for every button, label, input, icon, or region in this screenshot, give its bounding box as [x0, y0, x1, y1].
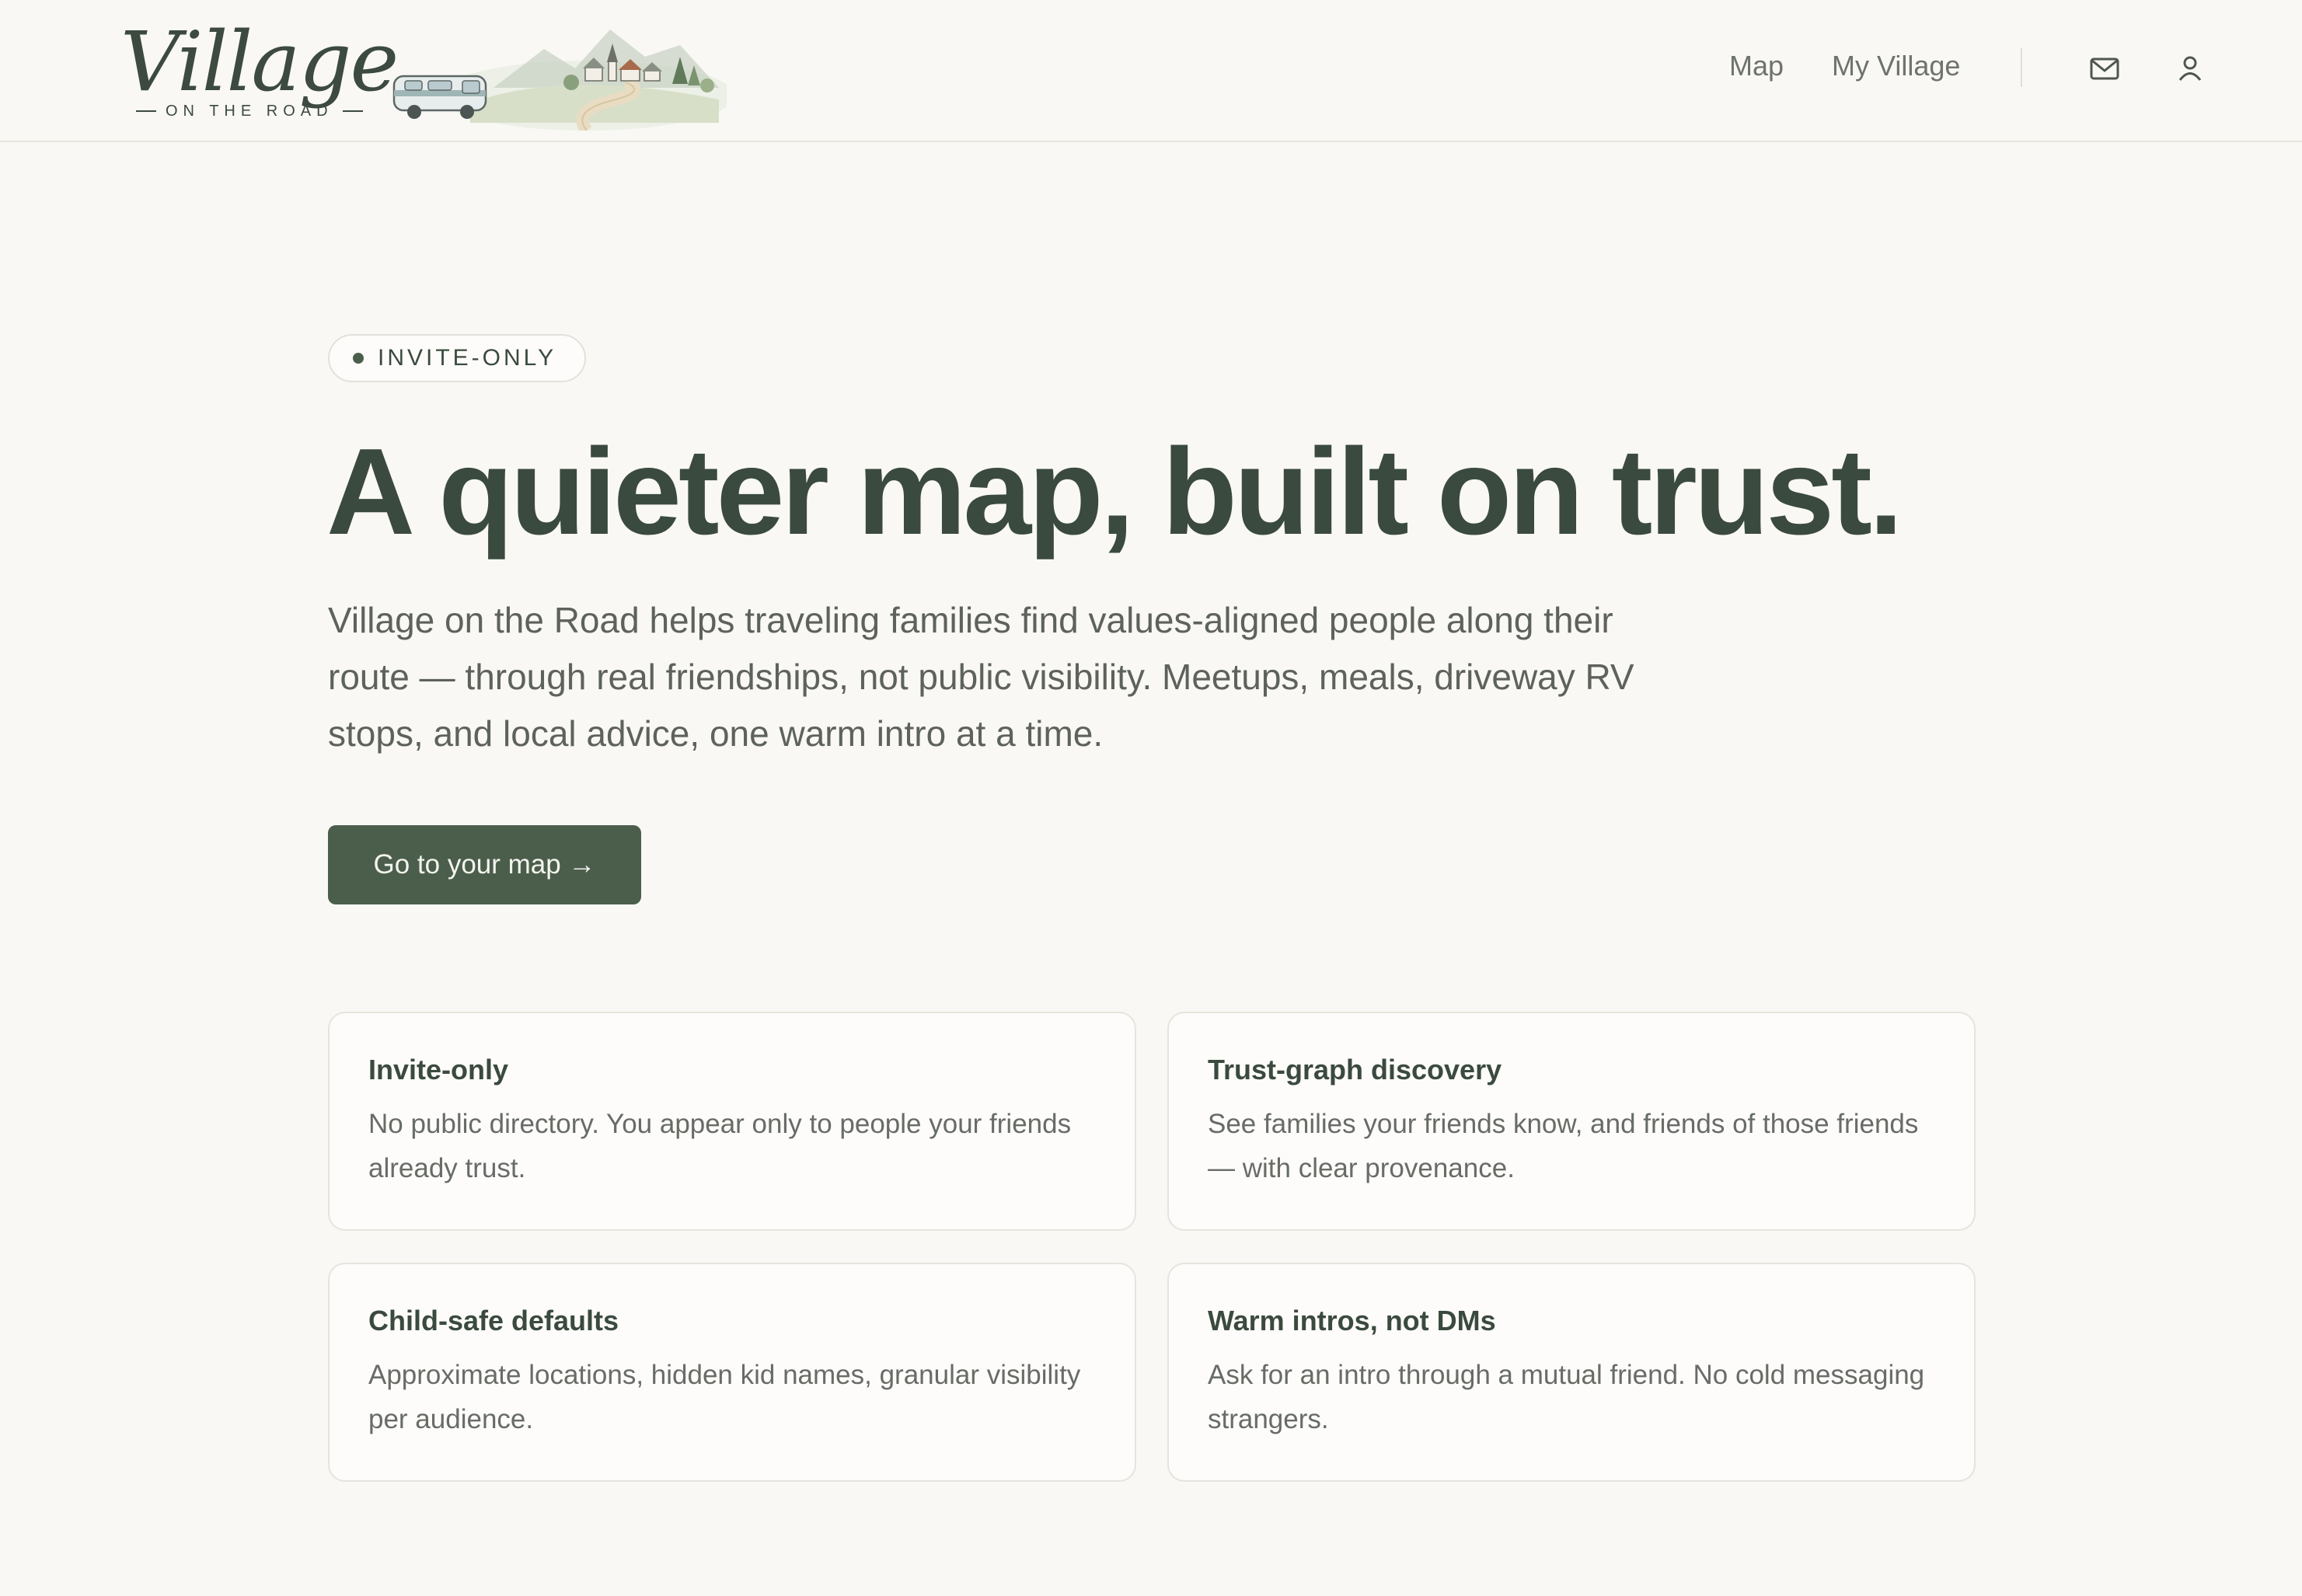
brand-logo[interactable]: Village ON THE ROAD [120, 14, 727, 131]
feature-title: Child-safe defaults [368, 1305, 619, 1336]
feature-card-invite-only: Invite-only No public directory. You app… [328, 1012, 1136, 1231]
tagline-rule-left [136, 110, 156, 112]
logo-wordmark: Village [120, 14, 399, 110]
logo-text: Village ON THE ROAD [120, 14, 399, 131]
profile-button[interactable] [2173, 51, 2207, 85]
feature-body: Ask for an intro through a mutual friend… [1208, 1360, 1925, 1434]
top-header: Village ON THE ROAD Map My Village [0, 0, 2302, 142]
feature-body: See families your friends know, and frie… [1208, 1109, 1919, 1183]
tagline-rule-right [342, 110, 363, 112]
feature-title: Trust-graph discovery [1208, 1054, 1502, 1085]
feature-title: Warm intros, not DMs [1208, 1305, 1496, 1336]
feature-title: Invite-only [368, 1054, 509, 1085]
go-to-map-button[interactable]: Go to your map → [328, 825, 641, 904]
feature-body: Approximate locations, hidden kid names,… [368, 1360, 1081, 1434]
hero-subtitle: Village on the Road helps traveling fami… [328, 600, 1634, 754]
logo-tagline-row: ON THE ROAD [136, 99, 363, 123]
feature-body: No public directory. You appear only to … [368, 1109, 1072, 1183]
feature-card-trust-graph: Trust-graph discovery See families your … [1167, 1012, 1976, 1231]
hero-title: A quieter map, built on trust. [326, 423, 1903, 560]
logo-tagline: ON THE ROAD [166, 102, 333, 120]
mail-icon [2090, 57, 2119, 80]
nav-link-my-village[interactable]: My Village [1832, 50, 1960, 82]
badge-label: INVITE-ONLY [378, 345, 557, 371]
mail-button[interactable] [2087, 51, 2122, 85]
user-icon [2178, 56, 2202, 81]
feature-card-child-safe: Child-safe defaults Approximate location… [328, 1263, 1136, 1482]
nav-link-map[interactable]: Map [1729, 50, 1784, 82]
invite-only-badge: INVITE-ONLY [328, 334, 586, 382]
nav-divider [2021, 48, 2022, 87]
badge-dot-icon [353, 353, 364, 364]
village-illustration-icon [392, 30, 727, 131]
feature-card-warm-intros: Warm intros, not DMs Ask for an intro th… [1167, 1263, 1976, 1482]
